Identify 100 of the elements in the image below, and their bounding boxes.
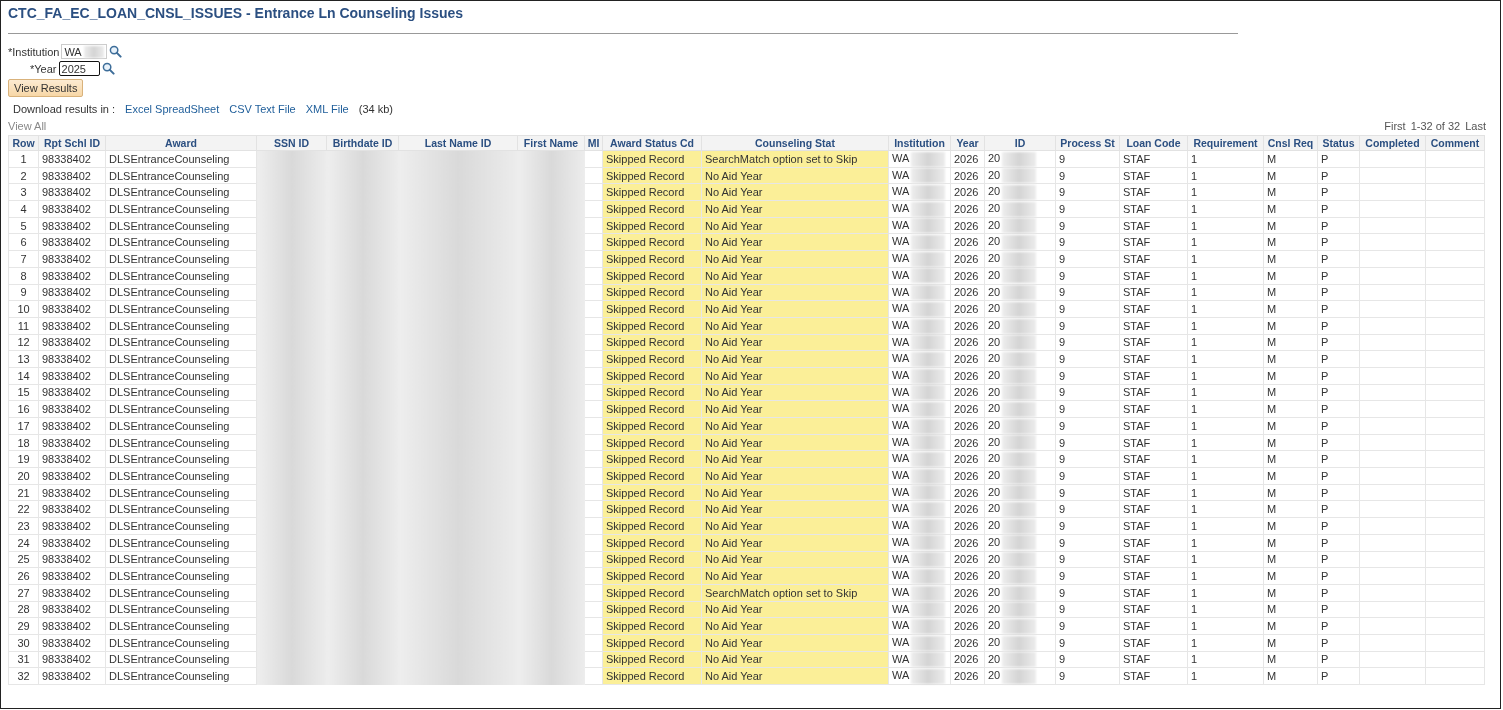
last-link[interactable]: Last: [1465, 120, 1486, 132]
column-header[interactable]: Requirement: [1187, 135, 1264, 151]
table-cell: 6: [8, 233, 39, 251]
view-all-link[interactable]: View All: [8, 120, 47, 132]
column-header[interactable]: Institution: [888, 135, 951, 151]
table-cell: P: [1317, 667, 1360, 685]
table-cell: 20: [984, 651, 1056, 668]
download-link[interactable]: XML File: [305, 103, 349, 115]
table-cell: WA: [888, 250, 951, 268]
table-cell: 9: [1055, 150, 1120, 168]
column-header[interactable]: First Name: [517, 135, 585, 151]
table-cell: 98338402: [38, 284, 106, 301]
table-cell: 98338402: [38, 350, 106, 368]
table-cell: 20: [984, 634, 1056, 652]
table-cell: DLSEntranceCounseling: [105, 367, 257, 385]
search-icon[interactable]: [109, 45, 123, 58]
column-header[interactable]: Award Status Cd: [602, 135, 702, 151]
table-cell: 9: [1055, 183, 1120, 201]
column-header[interactable]: Status: [1317, 135, 1360, 151]
table-cell: 1: [1187, 183, 1264, 201]
table-cell: 2026: [950, 417, 985, 435]
table-cell: DLSEntranceCounseling: [105, 484, 257, 501]
table-cell: STAF: [1119, 417, 1188, 435]
table-cell: 11: [8, 317, 39, 335]
table-cell: 1: [1187, 567, 1264, 585]
column-header[interactable]: Loan Code: [1119, 135, 1188, 151]
page-title: CTC_FA_EC_LOAN_CNSL_ISSUES - Entrance Ln Counseling Issues: [8, 5, 465, 21]
table-cell: 20: [984, 200, 1056, 218]
table-cell: 20: [984, 450, 1056, 468]
table-cell: 1: [1187, 667, 1264, 685]
table-cell: 9: [1055, 567, 1120, 585]
table-cell: 29: [8, 617, 39, 635]
table-cell: P: [1317, 167, 1360, 184]
table-cell: 2026: [950, 267, 985, 284]
table-cell: 2026: [950, 484, 985, 501]
table-cell: P: [1317, 534, 1360, 551]
table-cell: DLSEntranceCounseling: [105, 601, 257, 618]
column-header[interactable]: Last Name ID: [398, 135, 518, 151]
table-cell: DLSEntranceCounseling: [105, 267, 257, 284]
table-cell: 1: [8, 150, 39, 168]
table-cell: 2026: [950, 551, 985, 568]
table-cell: P: [1317, 200, 1360, 218]
table-cell: 2026: [950, 567, 985, 585]
table-cell: 9: [1055, 484, 1120, 501]
column-header[interactable]: Award: [105, 135, 257, 151]
table-cell: 2026: [950, 467, 985, 485]
table-cell: 1: [1187, 467, 1264, 485]
table-cell: M: [1263, 300, 1318, 318]
column-header[interactable]: Row: [8, 135, 39, 151]
table-cell: M: [1263, 367, 1318, 385]
column-header[interactable]: ID: [984, 135, 1056, 151]
table-cell: STAF: [1119, 384, 1188, 401]
table-cell: 9: [1055, 317, 1120, 335]
table-cell: 20: [984, 233, 1056, 251]
prompt-field[interactable]: 2025: [58, 61, 100, 76]
table-cell: 20: [984, 534, 1056, 551]
table-cell: M: [1263, 667, 1318, 685]
table-cell: 9: [1055, 367, 1120, 385]
search-icon[interactable]: [101, 62, 115, 75]
table-cell: 98338402: [38, 667, 106, 685]
table-cell: WA: [888, 567, 951, 585]
column-header[interactable]: Rpt Schl ID: [38, 135, 106, 151]
table-cell: WA: [888, 667, 951, 685]
table-cell: 1: [1187, 284, 1264, 301]
column-header[interactable]: Comment: [1425, 135, 1485, 151]
column-header[interactable]: Birthdate ID: [326, 135, 399, 151]
table-cell: 9: [1055, 517, 1120, 535]
table-cell: 20: [984, 284, 1056, 301]
download-link[interactable]: CSV Text File: [229, 103, 296, 115]
table-cell: DLSEntranceCounseling: [105, 617, 257, 635]
table-cell: WA: [888, 317, 951, 335]
table-cell: M: [1263, 150, 1318, 168]
column-header[interactable]: Cnsl Req: [1263, 135, 1318, 151]
table-cell: 2026: [950, 534, 985, 551]
table-cell: DLSEntranceCounseling: [105, 400, 257, 418]
table-cell: M: [1263, 434, 1318, 451]
column-header[interactable]: Completed: [1359, 135, 1426, 151]
table-cell: 9: [1055, 534, 1120, 551]
column-header[interactable]: Year: [950, 135, 985, 151]
table-cell: 98338402: [38, 400, 106, 418]
first-link[interactable]: First: [1384, 120, 1406, 132]
table-cell: DLSEntranceCounseling: [105, 450, 257, 468]
table-cell: P: [1317, 651, 1360, 668]
table-cell: M: [1263, 517, 1318, 535]
column-header[interactable]: Counseling Stat: [701, 135, 889, 151]
column-header[interactable]: Process St: [1055, 135, 1120, 151]
table-cell: 26: [8, 567, 39, 585]
column-header[interactable]: SSN ID: [256, 135, 327, 151]
table-cell: 2026: [950, 250, 985, 268]
view-results-button[interactable]: View Results: [8, 79, 84, 97]
table-cell: WA: [888, 350, 951, 368]
prompt-field[interactable]: WA: [61, 44, 108, 59]
table-cell: 9: [1055, 284, 1120, 301]
table-cell: STAF: [1119, 534, 1188, 551]
download-link[interactable]: Excel SpreadSheet: [125, 103, 220, 115]
table-cell: M: [1263, 417, 1318, 435]
table-cell: 20: [984, 467, 1056, 485]
table-cell: P: [1317, 567, 1360, 585]
table-cell: DLSEntranceCounseling: [105, 467, 257, 485]
table-cell: 1: [1187, 267, 1264, 284]
